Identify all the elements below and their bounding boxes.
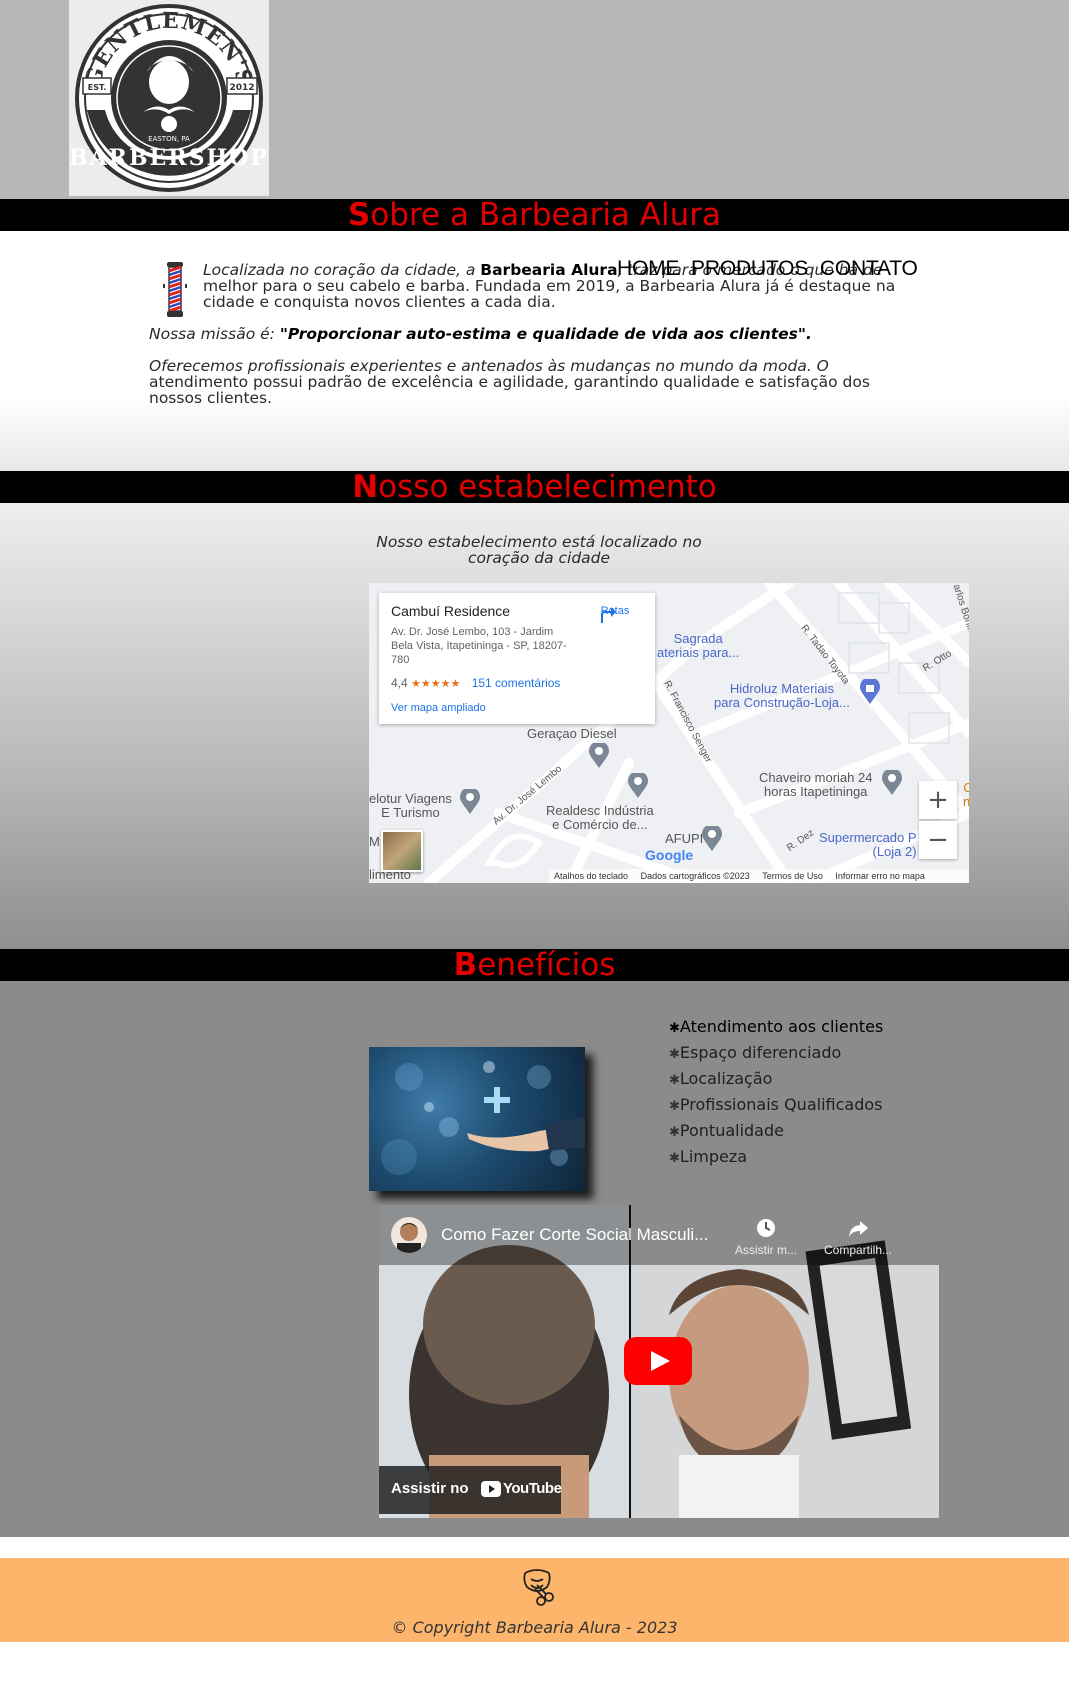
benef-item: ✱Atendimento aos clientes — [669, 1017, 884, 1036]
benef-item: ✱Espaço diferenciado — [669, 1043, 842, 1062]
sobre-paragraph-2: Nossa missão é: "Proporcionar auto-estim… — [149, 325, 812, 343]
benef-title: Benefícios — [0, 949, 1069, 981]
nav-contato-link[interactable]: CONTATO — [820, 257, 918, 280]
sobre-paragraph-3: Oferecemos profissionais experientes e a… — [149, 357, 870, 407]
watch-on-youtube-button[interactable]: Assistir no YouTube — [379, 1466, 562, 1514]
share-button[interactable]: Compartilh... — [813, 1217, 903, 1257]
map-bigger-link[interactable]: Ver mapa ampliado — [391, 702, 486, 714]
map-data-credit: Dados cartográficos ©2023 — [640, 871, 750, 881]
asterisk-bullet-icon: ✱ — [669, 1021, 680, 1036]
map-label-supermercado[interactable]: Supermercado P (Loja 2) — [819, 831, 917, 859]
google-map[interactable]: Cambuí Residence Av. Dr. José Lembo, 103… — [369, 583, 969, 883]
logo-emblem-icon: GENTLEMEN'S BARBERSHOP BARBERSHOP EST. 2… — [69, 4, 269, 192]
share-arrow-icon — [849, 1221, 868, 1237]
clock-icon — [757, 1219, 775, 1237]
zoom-in-button[interactable]: + — [919, 781, 957, 819]
map-address: Av. Dr. José Lembo, 103 - Jardim Bela Vi… — [391, 626, 567, 666]
nav-home-link[interactable]: HOME — [617, 257, 679, 280]
rating-stars-icon: ★★★★★ — [411, 678, 461, 690]
svg-text:EASTON, PA: EASTON, PA — [148, 135, 190, 143]
nav-produtos-link[interactable]: PRODUTOS — [691, 257, 808, 280]
benef-item: ✱Profissionais Qualificados — [669, 1095, 883, 1114]
map-label-o: Ont — [963, 780, 969, 809]
estab-text: Nosso estabelecimento está localizado no… — [376, 533, 702, 567]
map-report-link[interactable]: Informar erro no mapa — [835, 871, 925, 881]
copyright-text: © Copyright Barbearia Alura - 2023 — [391, 1618, 678, 1637]
asterisk-bullet-icon: ✱ — [669, 1047, 680, 1062]
hand-plus-icon — [381, 1061, 585, 1175]
estab-title: Nosso estabelecimento — [0, 471, 1069, 503]
play-button[interactable] — [624, 1337, 692, 1389]
map-label-elotur[interactable]: elotur Viagens E Turismo — [369, 792, 452, 820]
video-title[interactable]: Como Fazer Corte Social Masculi... — [441, 1225, 708, 1245]
map-label-geracao[interactable]: Geraçao Diesel — [527, 727, 617, 741]
map-directions-button[interactable]: Rotas — [595, 605, 635, 623]
benefits-image — [369, 1047, 585, 1191]
youtube-logo-icon — [481, 1481, 501, 1501]
zoom-out-button[interactable]: − — [919, 821, 957, 859]
channel-avatar[interactable] — [391, 1217, 427, 1253]
benef-item: ✱Pontualidade — [669, 1121, 784, 1140]
asterisk-bullet-icon: ✱ — [669, 1099, 680, 1114]
map-terms-link[interactable]: Termos de Uso — [762, 871, 823, 881]
benef-list: ✱Atendimento aos clientes ✱Espaço difere… — [669, 1015, 883, 1171]
satellite-toggle[interactable] — [381, 830, 423, 872]
directions-arrow-icon — [601, 607, 616, 623]
map-shortcuts-link[interactable]: Atalhos do teclado — [554, 871, 628, 881]
map-label-afupi[interactable]: AFUPI — [665, 832, 703, 846]
asterisk-bullet-icon: ✱ — [669, 1125, 680, 1140]
play-icon — [624, 1337, 692, 1385]
main-nav: HOME PRODUTOS CONTATO — [617, 257, 924, 281]
sobre-title: Sobre a Barbearia Alura — [0, 199, 1069, 231]
map-label-chaveiro[interactable]: Chaveiro moriah 24 horas Itapetininga — [759, 771, 872, 799]
barbershop-logo[interactable]: GENTLEMEN'S BARBERSHOP BARBERSHOP EST. 2… — [69, 0, 269, 196]
map-reviews-link[interactable]: 151 comentários — [472, 676, 561, 690]
map-label-realdesc[interactable]: Realdesc Indústria e Comércio de... — [546, 804, 654, 832]
map-footer: Atalhos do teclado Dados cartográficos ©… — [549, 869, 969, 883]
map-info-card: Cambuí Residence Av. Dr. José Lembo, 103… — [379, 593, 655, 724]
asterisk-bullet-icon: ✱ — [669, 1073, 680, 1088]
barber-pole-icon — [163, 262, 187, 318]
barber-scissors-icon — [517, 1565, 559, 1611]
map-label-sagrada[interactable]: Sagrada ateriais para... — [657, 632, 739, 660]
map-label-m: M — [369, 834, 380, 849]
map-place-name: Cambuí Residence — [391, 603, 511, 619]
svg-text:BARBERSHOP: BARBERSHOP — [69, 145, 269, 171]
svg-text:EST.: EST. — [88, 83, 107, 92]
benef-item: ✱Localização — [669, 1069, 773, 1088]
svg-text:2012: 2012 — [229, 83, 254, 93]
asterisk-bullet-icon: ✱ — [669, 1151, 680, 1166]
benef-item: ✱Limpeza — [669, 1147, 748, 1166]
google-logo: Google — [645, 847, 694, 863]
map-label-hidroluz[interactable]: Hidroluz Materiais para Construção-Loja..… — [714, 682, 850, 710]
map-rating: 4,4 ★★★★★ 151 comentários — [391, 676, 561, 690]
watch-later-button[interactable]: Assistir m... — [731, 1217, 801, 1257]
youtube-video-embed[interactable]: Como Fazer Corte Social Masculi... Assis… — [379, 1205, 939, 1518]
